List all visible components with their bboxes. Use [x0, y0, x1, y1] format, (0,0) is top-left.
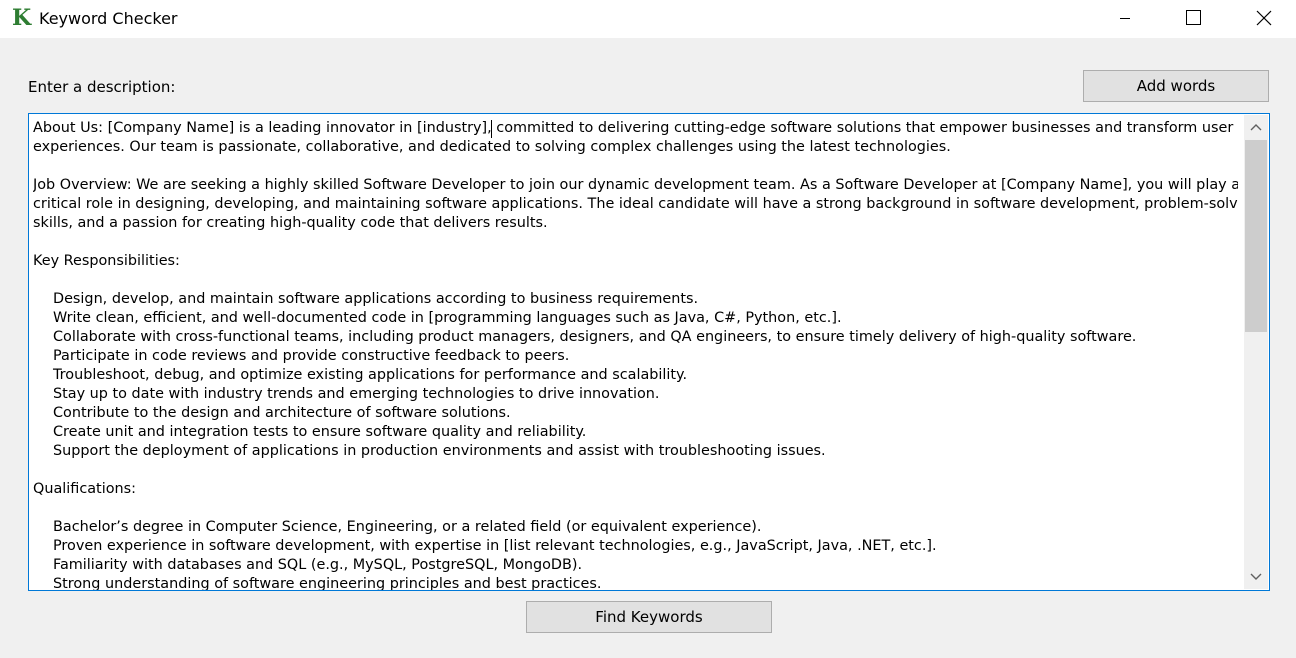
- description-line: Design, develop, and maintain software a…: [53, 291, 699, 307]
- scroll-thumb[interactable]: [1245, 140, 1267, 332]
- description-line: critical role in designing, developing, …: [33, 196, 1238, 212]
- description-line: [33, 271, 1238, 290]
- description-line: [33, 157, 1238, 176]
- description-textarea[interactable]: About Us: [Company Name] is a leading in…: [28, 113, 1270, 591]
- textarea-scrollbar[interactable]: [1244, 115, 1268, 589]
- app-logo-icon: K: [12, 5, 32, 31]
- description-line: skills, and a passion for creating high-…: [33, 215, 548, 231]
- description-text: About Us: [Company Name] is a leading in…: [33, 119, 1238, 591]
- description-line: Familiarity with databases and SQL (e.g.…: [53, 557, 583, 573]
- description-line: Stay up to date with industry trends and…: [53, 386, 660, 402]
- description-line: Participate in code reviews and provide …: [53, 348, 570, 364]
- description-line: Contribute to the design and architectur…: [53, 405, 511, 421]
- description-line: Proven experience in software developmen…: [53, 538, 937, 554]
- keyword-checker-window: K Keyword Checker Enter a description: A…: [0, 0, 1296, 658]
- maximize-button[interactable]: [1170, 0, 1216, 36]
- description-line: [33, 233, 1238, 252]
- close-icon: [1256, 10, 1272, 26]
- description-line: Collaborate with cross-functional teams,…: [53, 329, 1137, 345]
- add-words-button[interactable]: Add words: [1083, 70, 1269, 102]
- description-line: experiences. Our team is passionate, col…: [33, 139, 951, 155]
- minimize-button[interactable]: [1104, 0, 1150, 36]
- description-line: About Us: [Company Name] is a leading in…: [33, 120, 1234, 136]
- scroll-up-button[interactable]: [1244, 115, 1268, 139]
- description-line: Write clean, efficient, and well-documen…: [53, 310, 842, 326]
- title-bar[interactable]: K Keyword Checker: [0, 0, 1296, 38]
- description-line: Qualifications:: [33, 481, 136, 497]
- minimize-icon: [1120, 18, 1130, 19]
- window-title: Keyword Checker: [39, 9, 178, 28]
- find-keywords-button[interactable]: Find Keywords: [526, 601, 772, 633]
- scroll-down-button[interactable]: [1244, 565, 1268, 589]
- description-line: Strong understanding of software enginee…: [53, 576, 602, 591]
- close-button[interactable]: [1241, 0, 1287, 36]
- description-line: [33, 461, 1238, 480]
- chevron-down-icon: [1250, 573, 1262, 580]
- description-line: Job Overview: We are seeking a highly sk…: [33, 177, 1238, 193]
- text-caret: [491, 120, 492, 138]
- description-label: Enter a description:: [28, 78, 176, 96]
- chevron-up-icon: [1250, 124, 1262, 131]
- description-line: Troubleshoot, debug, and optimize existi…: [53, 367, 688, 383]
- description-line: Support the deployment of applications i…: [53, 443, 826, 459]
- description-line: Key Responsibilities:: [33, 253, 180, 269]
- description-line: Create unit and integration tests to ens…: [53, 424, 587, 440]
- description-line: Bachelor’s degree in Computer Science, E…: [53, 519, 762, 535]
- description-line: [33, 499, 1238, 518]
- maximize-icon: [1186, 10, 1201, 25]
